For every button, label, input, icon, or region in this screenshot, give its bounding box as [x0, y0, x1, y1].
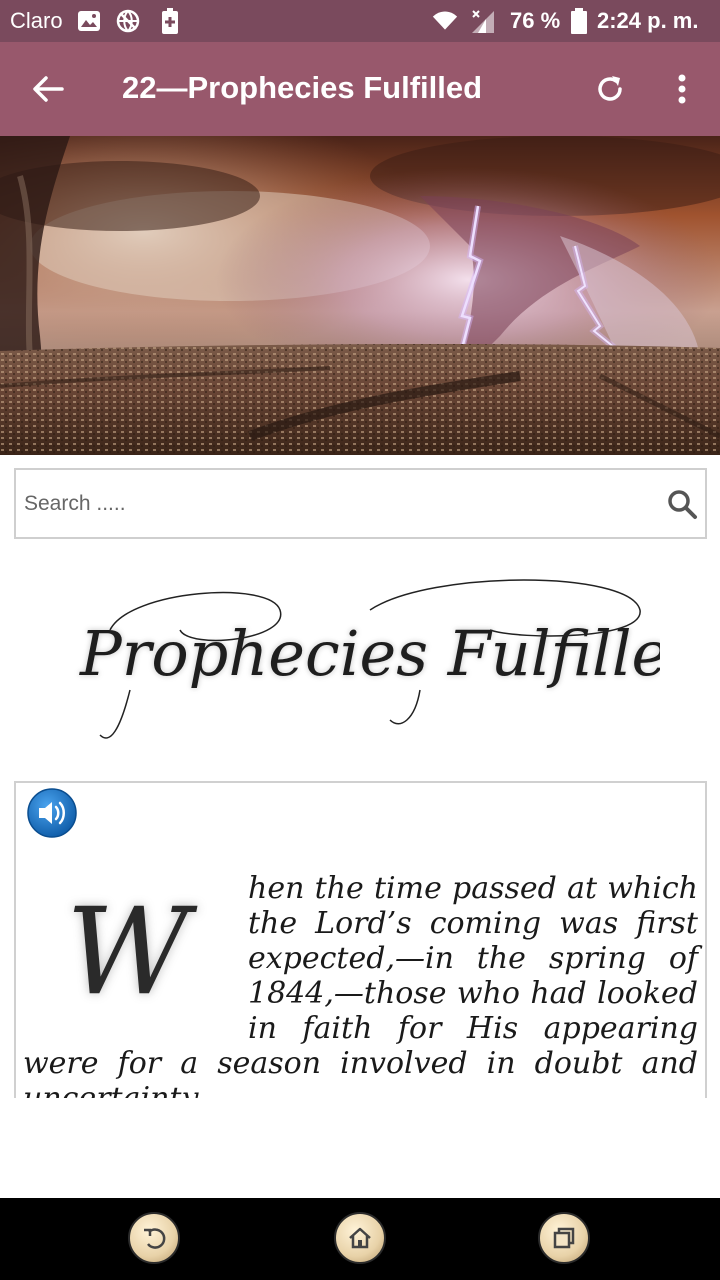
blank-area [0, 1098, 720, 1198]
nav-home-button[interactable] [334, 1212, 386, 1264]
chapter-content: W W hen the time passed at which the Lor… [14, 781, 707, 1098]
system-nav-bar [0, 1198, 720, 1280]
battery-saver-icon [157, 8, 183, 34]
search-bar[interactable] [14, 468, 707, 539]
recent-apps-icon [553, 1227, 575, 1249]
battery-percent: 76 % [510, 8, 561, 33]
drop-cap-spacer [23, 871, 248, 1046]
battery-icon [566, 8, 592, 34]
signal-icon [470, 8, 496, 34]
image-icon [76, 8, 102, 34]
heading-logo-text: Prophecies Fulfilled [79, 617, 660, 690]
back-button[interactable] [24, 65, 72, 113]
nav-back-button[interactable] [128, 1212, 180, 1264]
back-icon [144, 1228, 166, 1249]
page-title: 22—Prophecies Fulfilled [122, 70, 483, 105]
chapter-heading-logo: Prophecies Fulfilled Prophecies Fulfille… [70, 570, 708, 760]
speaker-icon [27, 788, 77, 838]
wifi-icon [432, 8, 458, 34]
app-bar: 22—Prophecies Fulfilled [0, 42, 720, 136]
home-icon [349, 1227, 371, 1249]
nav-recents-button[interactable] [538, 1212, 590, 1264]
more-vert-icon [678, 74, 686, 104]
search-icon[interactable] [666, 488, 698, 520]
refresh-icon [598, 76, 622, 101]
refresh-button[interactable] [586, 65, 634, 113]
clock: 2:24 p. m. [597, 8, 699, 33]
chapter-paragraph: hen the time passed at which the Lord’s … [23, 871, 698, 1098]
more-options-button[interactable] [658, 65, 706, 113]
banner-image [0, 136, 720, 455]
carrier-name: Claro [10, 8, 63, 33]
back-arrow-icon [33, 76, 64, 102]
status-bar: Claro 76 % 2:24 p. m. [0, 0, 720, 42]
search-input[interactable] [24, 480, 644, 528]
play-audio-button[interactable] [26, 787, 78, 839]
vpn-globe-icon [115, 8, 141, 34]
